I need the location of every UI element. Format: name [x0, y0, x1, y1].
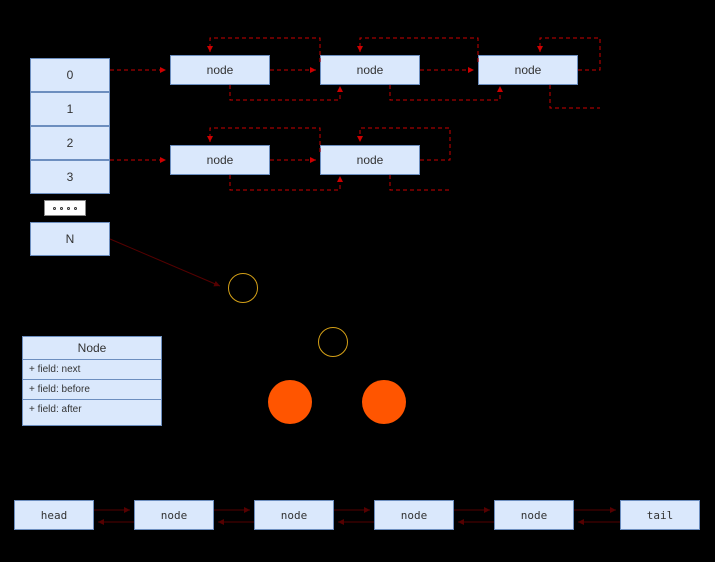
register-cell-0: 0: [30, 58, 110, 92]
ll-node-2: node: [254, 500, 334, 530]
register-cell-3: 3: [30, 160, 110, 194]
tree-circle-filled-1: [268, 380, 312, 424]
register-cell-2: 2: [30, 126, 110, 160]
uml-field-next: + field: next: [23, 360, 161, 380]
uml-field-after: + field: after: [23, 400, 161, 419]
chain-node-r2-1: node: [320, 145, 420, 175]
chain-node-r1-0: node: [170, 55, 270, 85]
dot-icon: [60, 207, 63, 210]
tree-circle-empty-2: [318, 327, 348, 357]
ll-node-1: node: [134, 500, 214, 530]
chain-node-r2-0: node: [170, 145, 270, 175]
ll-head: head: [14, 500, 94, 530]
ll-node-3: node: [374, 500, 454, 530]
register-cell-n: N: [30, 222, 110, 256]
uml-field-before: + field: before: [23, 380, 161, 400]
dot-icon: [53, 207, 56, 210]
chain-node-r1-1: node: [320, 55, 420, 85]
tree-circle-empty-1: [228, 273, 258, 303]
chain-node-r1-2: node: [478, 55, 578, 85]
dot-icon: [67, 207, 70, 210]
ll-node-4: node: [494, 500, 574, 530]
tree-circle-filled-2: [362, 380, 406, 424]
uml-node-box: Node + field: next + field: before + fie…: [22, 336, 162, 426]
register-ellipsis: [44, 200, 86, 216]
dot-icon: [74, 207, 77, 210]
register-cell-1: 1: [30, 92, 110, 126]
ll-tail: tail: [620, 500, 700, 530]
uml-title: Node: [23, 337, 161, 360]
